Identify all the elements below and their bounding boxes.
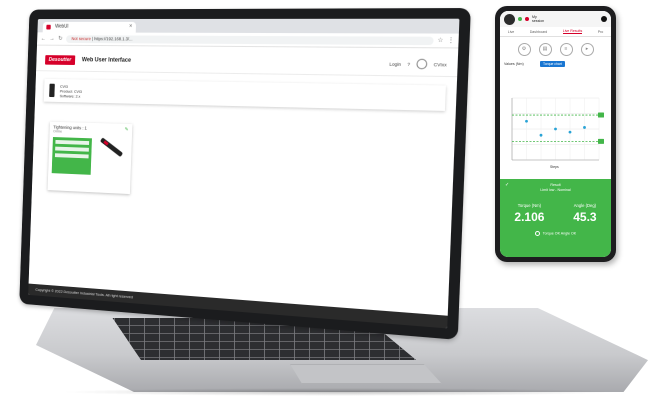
url-text: https://192.168.1.3/... [94, 35, 133, 41]
alert-dot-icon [525, 17, 529, 21]
tab-pro[interactable]: Pro [598, 30, 604, 34]
laptop-shadow [60, 388, 620, 396]
edit-icon[interactable]: ✎ [125, 127, 129, 133]
result-header: ✓ Result Limit low - Nominal [500, 179, 611, 193]
favicon-icon [46, 24, 51, 30]
page-title: Web User Interface [81, 57, 132, 64]
laptop-lid: WebUI × ← → ↻ Not secure | https://192.1… [19, 8, 471, 340]
chart-x-label: Steps [550, 165, 559, 169]
front-camera [601, 16, 607, 22]
status-text: Torque OK Angle OK [542, 231, 577, 236]
browser-tab[interactable]: WebUI × [42, 21, 137, 33]
tool-status-panel [51, 137, 92, 175]
status-ok-icon [534, 231, 540, 236]
phone-app-bar: My session [500, 11, 611, 27]
controller-info: CVI3 Product: CVI3 Software: 2.x [60, 83, 83, 98]
result-metrics: Torque (Nm) 2.106 Angle (Deg) 45.3 [500, 203, 611, 224]
menu-icon[interactable]: ⋮ [448, 37, 455, 44]
session-line-2: session [532, 19, 545, 23]
phone-tab-bar: Live Dashboard Live Results Pro [500, 27, 611, 37]
torque-metric: Torque (Nm) 2.106 [514, 203, 544, 224]
tab-live-results[interactable]: Live Results [562, 29, 583, 34]
app-logo-icon [504, 13, 515, 25]
status-row [54, 153, 89, 159]
forward-icon[interactable]: → [49, 36, 54, 42]
angle-label: Angle (Deg) [573, 203, 597, 208]
controller-card[interactable]: CVI3 Product: CVI3 Software: 2.x [43, 78, 446, 111]
wrench-icon[interactable]: ⚙ [517, 43, 531, 56]
login-link[interactable]: Login [389, 61, 401, 66]
data-point [583, 126, 586, 129]
browser-tab-title: WebUI [55, 23, 69, 30]
phone-screen: My session Live Dashboard Live Results P… [500, 11, 611, 257]
chart-header: Values (Nm) Torque chart [500, 60, 611, 70]
browser-tab-strip: WebUI × [37, 18, 460, 34]
chart-icon[interactable]: ▤ [538, 43, 552, 56]
laptop-trackpad [290, 364, 442, 384]
browser-toolbar: ← → ↻ Not secure | https://192.168.1.3/.… [36, 32, 459, 49]
torque-value: 2.106 [514, 210, 545, 224]
reload-icon[interactable]: ↻ [58, 35, 63, 42]
torque-label: Torque (Nm) [517, 203, 542, 208]
tightening-unit-card[interactable]: Tightening units : 1 Online ✎ [47, 121, 133, 195]
angle-value: 45.3 [573, 210, 597, 224]
smartphone: My session Live Dashboard Live Results P… [495, 6, 616, 262]
status-dot-icon [518, 17, 522, 21]
list-icon[interactable]: ≡ [559, 43, 573, 56]
data-point [525, 119, 528, 123]
check-icon: ✓ [505, 182, 510, 188]
back-icon[interactable]: ← [41, 36, 46, 42]
controller-thumbnail [49, 83, 55, 98]
laptop-screen: WebUI × ← → ↻ Not secure | https://192.1… [28, 18, 460, 329]
tab-live[interactable]: Live [508, 30, 515, 34]
status-line: Torque OK Angle OK [500, 231, 611, 236]
controller-name: CVIxx [433, 61, 447, 67]
limit-marker [598, 112, 604, 118]
chart-y-label: Values (Nm) [504, 62, 524, 66]
angle-metric: Angle (Deg) 45.3 [573, 203, 596, 224]
data-point [539, 133, 543, 137]
results-chart [511, 97, 604, 161]
user-avatar-icon[interactable] [416, 58, 428, 70]
tab-dashboard[interactable]: Dashboard [530, 30, 548, 34]
result-subtitle: Limit low - Nominal [540, 188, 571, 192]
session-label: My session [532, 15, 544, 23]
phone-action-icons: ⚙ ▤ ≡ ▸ [500, 37, 611, 60]
help-icon[interactable]: ? [407, 61, 410, 66]
star-icon[interactable]: ☆ [437, 37, 443, 44]
data-point [554, 127, 557, 131]
status-row [55, 146, 89, 152]
video-icon[interactable]: ▸ [580, 43, 594, 56]
data-point [568, 130, 572, 134]
header-actions: Login ? CVIxx [389, 58, 447, 70]
not-secure-label: Not secure [71, 35, 91, 41]
app-header: Desoutter Web User Interface Login ? CVI… [36, 49, 459, 78]
screwdriver-image [99, 137, 124, 158]
limit-marker [598, 138, 604, 144]
status-row [55, 139, 90, 145]
brand-logo: Desoutter [45, 55, 75, 65]
close-tab-icon[interactable]: × [129, 22, 133, 33]
result-panel: ✓ Result Limit low - Nominal Torque (Nm)… [500, 179, 611, 257]
torque-chart-button[interactable]: Torque chart [540, 61, 565, 67]
address-bar[interactable]: Not secure | https://192.168.1.3/... [66, 34, 434, 45]
controller-software-line: Software: 2.x [59, 92, 81, 99]
